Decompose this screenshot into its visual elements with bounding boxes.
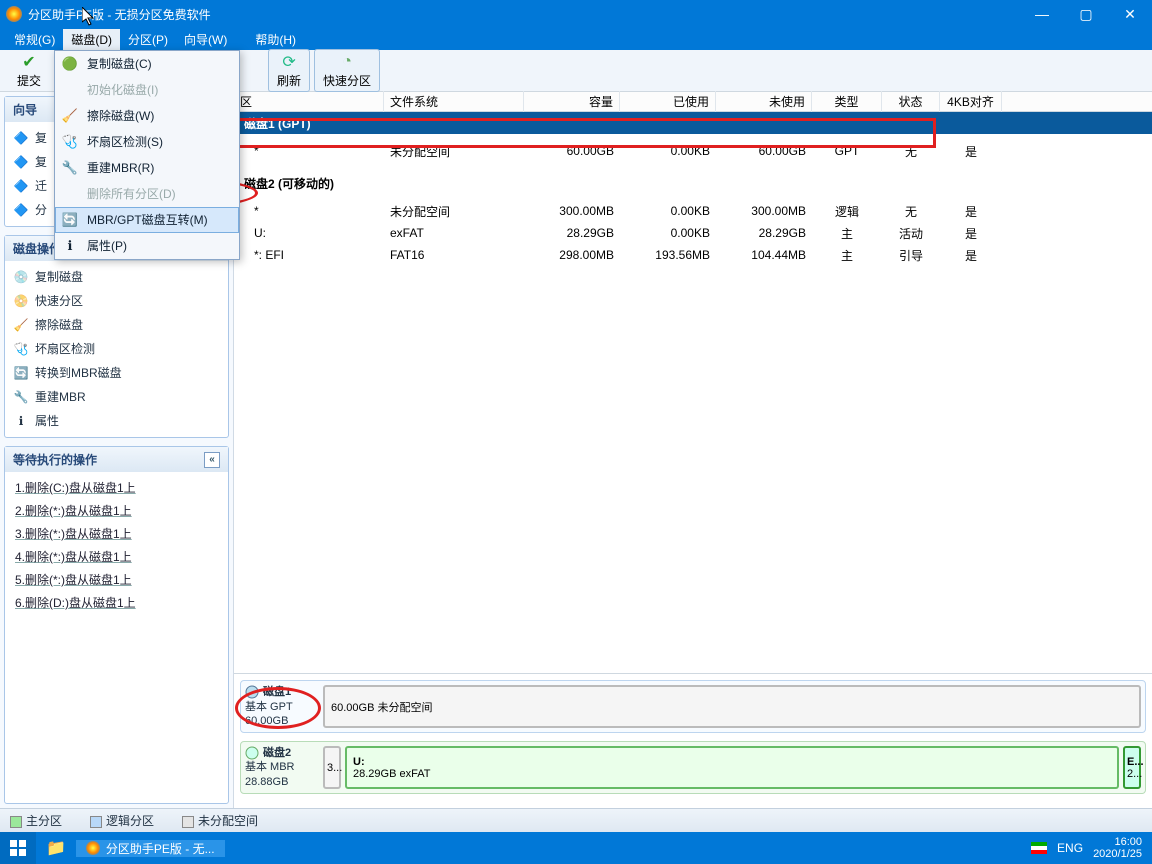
titlebar: 分区助手PE版 - 无损分区免费软件 — ▢ ✕ [0,0,1152,28]
tray-flag-icon[interactable] [1031,842,1047,854]
diskop-item-2[interactable]: 🧹擦除磁盘 [5,313,228,337]
menu-disk[interactable]: 磁盘(D) [63,29,120,50]
swatch-unalloc [182,816,194,828]
pending-item-4[interactable]: 5.删除(*:)盘从磁盘1上 [5,568,228,591]
dd-icon: ℹ [61,237,79,255]
dd-item-1: 初始化磁盘(I) [55,77,239,103]
folder-icon: 📁 [46,838,66,858]
right-pane: 区 文件系统 容量 已使用 未使用 类型 状态 4KB对齐 磁盘1 (GPT) *… [234,92,1152,808]
dd-item-4[interactable]: 🔧重建MBR(R) [55,155,239,181]
diskop-item-3[interactable]: 🩺坏扇区检测 [5,337,228,361]
menu-general[interactable]: 常规(G) [6,29,63,50]
pending-item-0[interactable]: 1.删除(C:)盘从磁盘1上 [5,476,228,499]
partition-row[interactable]: U:exFAT28.29GB0.00KB28.29GB主活动是 [234,222,1152,244]
start-button[interactable] [0,832,36,864]
pending-item-2[interactable]: 3.删除(*:)盘从磁盘1上 [5,522,228,545]
wizard-icon: 🔷 [13,178,29,194]
dd-item-2[interactable]: 🧹擦除磁盘(W) [55,103,239,129]
menu-wizard[interactable]: 向导(W) [176,29,235,50]
diskops-panel: 磁盘操作« 💿复制磁盘📀快速分区🧹擦除磁盘🩺坏扇区检测🔄转换到MBR磁盘🔧重建M… [4,235,229,438]
diskop-icon: ℹ [13,413,29,429]
seg-efi[interactable]: E...2... [1123,746,1141,789]
partition-row[interactable]: *未分配空间300.00MB0.00KB300.00MB逻辑无是 [234,200,1152,222]
windows-icon [10,840,26,856]
pending-item-1[interactable]: 2.删除(*:)盘从磁盘1上 [5,499,228,522]
wizard-icon: 🔷 [13,130,29,146]
statusbar: 主分区 逻辑分区 未分配空间 [0,808,1152,832]
wizard-title: 向导 [13,101,37,118]
collapse-icon[interactable]: « [204,452,220,468]
dd-item-0[interactable]: 🟢复制磁盘(C) [55,51,239,77]
diskop-icon: 💿 [13,269,29,285]
dd-icon: 🧹 [61,107,79,125]
swatch-logical [90,816,102,828]
commit-button[interactable]: ✔ 提交 [8,49,50,92]
disk1-map[interactable]: 磁盘1 基本 GPT 60.00GB 60.00GB 未分配空间 [240,680,1146,733]
seg-u[interactable]: U:28.29GB exFAT [345,746,1119,789]
dd-icon [61,185,79,203]
tray-lang[interactable]: ENG [1057,841,1083,855]
pending-item-5[interactable]: 6.删除(D:)盘从磁盘1上 [5,591,228,614]
disk-dropdown: 🟢复制磁盘(C)初始化磁盘(I)🧹擦除磁盘(W)🩺坏扇区检测(S)🔧重建MBR(… [54,50,240,260]
task-app[interactable]: 分区助手PE版 - 无... [76,840,225,857]
swatch-primary [10,816,22,828]
dd-icon: 🟢 [61,55,79,73]
toolbar: ✔ 提交 🟢复制磁盘(C)初始化磁盘(I)🧹擦除磁盘(W)🩺坏扇区检测(S)🔧重… [0,50,1152,92]
taskbar: 📁 分区助手PE版 - 无... ENG 16:00 2020/1/25 [0,832,1152,864]
partition-row[interactable]: *: EFIFAT16298.00MB193.56MB104.44MB主引导是 [234,244,1152,266]
diskop-item-0[interactable]: 💿复制磁盘 [5,265,228,289]
maximize-button[interactable]: ▢ [1064,0,1108,28]
wizard-icon: 🔷 [13,202,29,218]
diskop-item-4[interactable]: 🔄转换到MBR磁盘 [5,361,228,385]
grid-header: 区 文件系统 容量 已使用 未使用 类型 状态 4KB对齐 [234,92,1152,112]
partition-icon: ◔ [337,52,357,72]
dd-item-3[interactable]: 🩺坏扇区检测(S) [55,129,239,155]
diskop-icon: 🔄 [13,365,29,381]
disk2-map[interactable]: 磁盘2 基本 MBR 28.88GB 3... U:28.29GB exFAT … [240,741,1146,794]
dd-item-6[interactable]: 🔄MBR/GPT磁盘互转(M) [55,207,239,233]
diskop-item-5[interactable]: 🔧重建MBR [5,385,228,409]
partition-row[interactable]: *未分配空间60.00GB0.00KB60.00GBGPT无是 [234,140,1152,162]
refresh-icon: ⟳ [279,52,299,72]
diskop-item-1[interactable]: 📀快速分区 [5,289,228,313]
app-icon [86,841,100,855]
diskop-icon: 📀 [13,293,29,309]
wizard-icon: 🔷 [13,154,29,170]
disk-group-1[interactable]: 磁盘2 (可移动的) [234,172,1152,194]
dd-icon [61,81,79,99]
diskop-item-6[interactable]: ℹ属性 [5,409,228,433]
disk-icon [245,685,259,699]
seg-unalloc-small[interactable]: 3... [323,746,341,789]
pending-item-3[interactable]: 4.删除(*:)盘从磁盘1上 [5,545,228,568]
quick-partition-button[interactable]: ◔ 快速分区 [314,49,380,92]
diskop-icon: 🧹 [13,317,29,333]
diskop-icon: 🩺 [13,341,29,357]
check-icon: ✔ [19,52,39,72]
pending-title: 等待执行的操作 [13,451,97,468]
menu-partition[interactable]: 分区(P) [120,29,176,50]
pending-panel: 等待执行的操作 « 1.删除(C:)盘从磁盘1上2.删除(*:)盘从磁盘1上3.删… [4,446,229,804]
close-button[interactable]: ✕ [1108,0,1152,28]
minimize-button[interactable]: — [1020,0,1064,28]
dd-icon: 🔄 [61,211,79,229]
diskop-icon: 🔧 [13,389,29,405]
explorer-button[interactable]: 📁 [36,832,76,864]
app-icon [6,6,22,22]
disk-icon [245,746,259,760]
menu-help[interactable]: 帮助(H) [247,29,304,50]
window-title: 分区助手PE版 - 无损分区免费软件 [28,6,1020,23]
dd-item-7[interactable]: ℹ属性(P) [55,233,239,259]
disk-group-0[interactable]: 磁盘1 (GPT) [234,112,1152,134]
seg-unalloc[interactable]: 60.00GB 未分配空间 [323,685,1141,728]
dd-icon: 🔧 [61,159,79,177]
dd-item-5: 删除所有分区(D) [55,181,239,207]
menubar: 常规(G) 磁盘(D) 分区(P) 向导(W) 帮助(H) [0,28,1152,50]
tray-clock[interactable]: 16:00 2020/1/25 [1093,836,1142,860]
dd-icon: 🩺 [61,133,79,151]
refresh-button[interactable]: ⟳ 刷新 [268,49,310,92]
grid-body: 磁盘1 (GPT) *未分配空间60.00GB0.00KB60.00GBGPT无是… [234,112,1152,276]
disk-maps: 磁盘1 基本 GPT 60.00GB 60.00GB 未分配空间 磁盘2 基本 … [234,673,1152,808]
